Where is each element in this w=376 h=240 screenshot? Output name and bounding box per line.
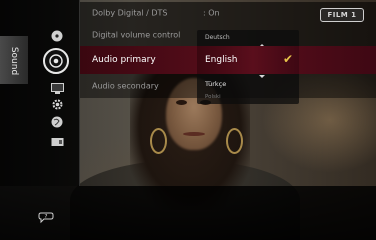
setting-label: Audio primary xyxy=(92,55,156,65)
setting-label: Audio secondary xyxy=(92,81,159,91)
gear-icon[interactable] xyxy=(48,96,66,112)
sound-tab-label: Sound xyxy=(9,46,19,76)
svg-text:?: ? xyxy=(45,214,48,220)
category-sidebar xyxy=(0,0,80,186)
dropdown-option-polski[interactable]: Polski xyxy=(205,94,221,100)
dropdown-option-label: English xyxy=(205,55,238,65)
device-icon[interactable] xyxy=(48,134,66,150)
setting-label: Digital volume control xyxy=(92,30,181,40)
disc-icon[interactable] xyxy=(48,28,66,44)
audio-language-dropdown[interactable]: Deutsch English ✔ Türkçe Polski xyxy=(197,30,299,104)
scroll-down-arrow-icon[interactable] xyxy=(259,75,265,78)
speaker-icon[interactable] xyxy=(43,48,69,74)
video-figure-eye xyxy=(176,100,187,105)
footer-bar xyxy=(0,186,376,240)
setting-label: Dolby Digital / DTS xyxy=(92,8,168,18)
video-figure-earring xyxy=(226,128,243,154)
dropdown-option-english[interactable]: English ✔ xyxy=(197,46,299,74)
setting-value: : On xyxy=(203,8,220,18)
checkmark-icon: ✔ xyxy=(282,52,293,66)
globe-icon[interactable] xyxy=(48,114,66,130)
tv-settings-screen: Sound Dolby Digital / DTS: On Digital v… xyxy=(0,0,376,240)
help-icon[interactable]: ? xyxy=(38,209,54,224)
dropdown-option-turkce[interactable]: Türkçe xyxy=(205,80,226,88)
channel-logo: FILM 1 xyxy=(320,8,364,22)
video-figure-mouth xyxy=(183,132,205,136)
dropdown-option-deutsch[interactable]: Deutsch xyxy=(205,34,230,41)
screen-icon[interactable] xyxy=(48,80,66,96)
video-figure-earring xyxy=(150,128,167,154)
